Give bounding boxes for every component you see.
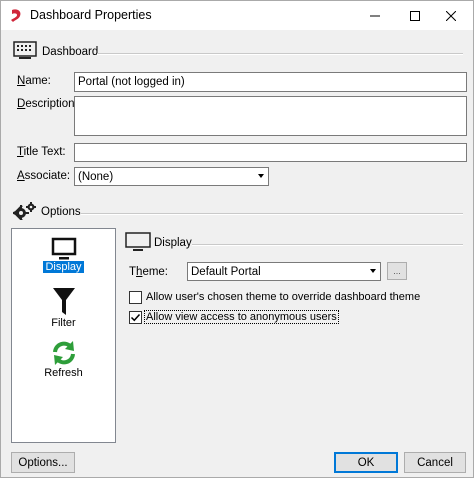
monitor-icon (51, 237, 76, 260)
app-icon (11, 9, 21, 22)
options-nav-panel: Display Filter Refresh (11, 228, 116, 443)
gears-icon (13, 202, 36, 220)
options-button[interactable]: Options... (11, 452, 75, 473)
display-separator (192, 244, 463, 246)
anonymous-access-label: Allow view access to anonymous users (144, 310, 339, 324)
chevron-down-icon (258, 174, 264, 178)
theme-select[interactable]: Default Portal (187, 262, 381, 281)
ok-button[interactable]: OK (334, 452, 398, 473)
associate-label: Associate: (17, 170, 71, 182)
options-separator (81, 213, 463, 215)
minimize-icon (370, 15, 380, 16)
dashboard-properties-dialog: Dashboard Properties Dashboard Name: Por… (0, 0, 474, 478)
close-button[interactable] (429, 1, 473, 30)
theme-select-value: Default Portal (191, 266, 261, 278)
anonymous-access-checkbox[interactable] (129, 311, 142, 324)
refresh-icon (52, 341, 75, 365)
checkmark-icon (130, 313, 141, 322)
cancel-button[interactable]: Cancel (404, 452, 466, 473)
dashboard-separator (97, 53, 463, 55)
display-monitor-icon (125, 232, 151, 251)
nav-item-display[interactable]: Display (12, 237, 115, 273)
name-label: Name: (17, 75, 51, 87)
override-theme-label: Allow user's chosen theme to override da… (146, 291, 421, 303)
keyboard-grid-icon (13, 41, 37, 59)
chevron-down-icon (370, 269, 376, 273)
options-section-title: Options (41, 206, 81, 218)
minimize-button[interactable] (353, 1, 397, 30)
theme-label: Theme: (129, 266, 169, 278)
nav-item-filter[interactable]: Filter (12, 287, 115, 329)
override-theme-checkbox[interactable] (129, 291, 142, 304)
associate-select-value: (None) (78, 171, 114, 183)
window-title: Dashboard Properties (30, 8, 152, 22)
dashboard-section-title: Dashboard (42, 46, 99, 58)
display-section-title: Display (154, 237, 192, 249)
description-label: Description: (17, 98, 78, 110)
name-field[interactable]: Portal (not logged in) (74, 72, 467, 92)
title-text-label: Title Text: (17, 146, 66, 158)
nav-label-filter: Filter (51, 317, 76, 329)
description-field[interactable] (74, 96, 467, 136)
nav-label-display: Display (43, 261, 84, 273)
title-bar: Dashboard Properties (1, 1, 473, 30)
maximize-icon (410, 10, 420, 21)
associate-select[interactable]: (None) (74, 167, 269, 186)
theme-browse-button[interactable]: ... (387, 262, 407, 280)
title-text-field[interactable] (74, 143, 467, 162)
nav-label-refresh: Refresh (44, 367, 83, 379)
close-icon (446, 10, 456, 21)
funnel-icon (52, 288, 75, 315)
nav-item-refresh[interactable]: Refresh (12, 339, 115, 379)
